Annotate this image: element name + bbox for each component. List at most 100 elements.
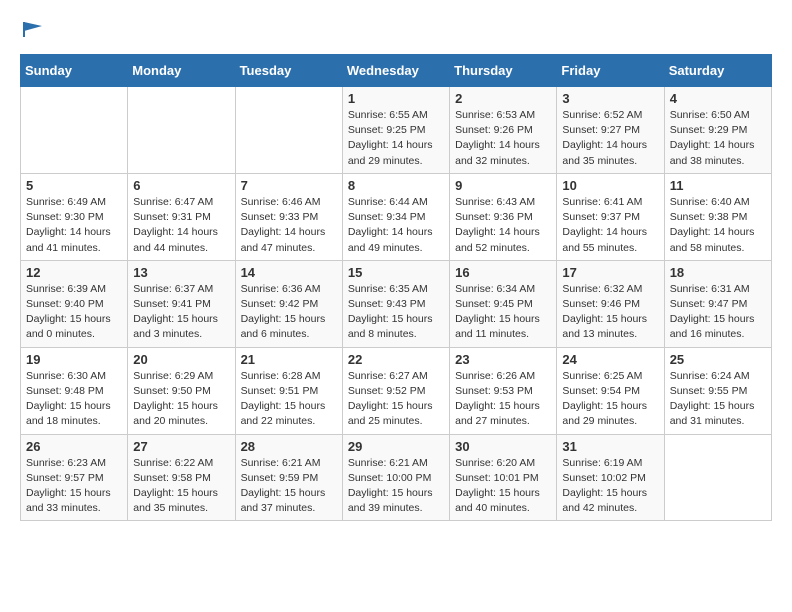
calendar-cell: 22 Sunrise: 6:27 AM Sunset: 9:52 PM Dayli… <box>342 347 449 434</box>
day-info: Sunrise: 6:37 AM Sunset: 9:41 PM Dayligh… <box>133 282 229 343</box>
day-info: Sunrise: 6:52 AM Sunset: 9:27 PM Dayligh… <box>562 108 658 169</box>
calendar-cell: 31 Sunrise: 6:19 AM Sunset: 10:02 PM Dayl… <box>557 434 664 521</box>
calendar-cell: 10 Sunrise: 6:41 AM Sunset: 9:37 PM Dayli… <box>557 173 664 260</box>
day-number: 25 <box>670 352 766 367</box>
calendar-cell <box>21 87 128 174</box>
calendar-cell: 25 Sunrise: 6:24 AM Sunset: 9:55 PM Dayli… <box>664 347 771 434</box>
calendar-cell: 29Sunrise: 6:21 AM Sunset: 10:00 PM Dayl… <box>342 434 449 521</box>
day-info: Sunrise: 6:46 AM Sunset: 9:33 PM Dayligh… <box>241 195 337 256</box>
weekday-header: Tuesday <box>235 55 342 87</box>
calendar-week-row: 12Sunrise: 6:39 AM Sunset: 9:40 PM Dayli… <box>21 260 772 347</box>
day-number: 23 <box>455 352 551 367</box>
calendar-cell: 6 Sunrise: 6:47 AM Sunset: 9:31 PM Daylig… <box>128 173 235 260</box>
day-info: Sunrise: 6:39 AM Sunset: 9:40 PM Dayligh… <box>26 282 122 343</box>
calendar-cell: 23 Sunrise: 6:26 AM Sunset: 9:53 PM Dayli… <box>450 347 557 434</box>
day-info: Sunrise: 6:23 AM Sunset: 9:57 PM Dayligh… <box>26 456 122 517</box>
day-number: 4 <box>670 91 766 106</box>
day-info: Sunrise: 6:50 AM Sunset: 9:29 PM Dayligh… <box>670 108 766 169</box>
day-number: 22 <box>348 352 444 367</box>
weekday-header: Monday <box>128 55 235 87</box>
weekday-header: Friday <box>557 55 664 87</box>
day-number: 29 <box>348 439 444 454</box>
calendar-cell: 3 Sunrise: 6:52 AM Sunset: 9:27 PM Daylig… <box>557 87 664 174</box>
day-info: Sunrise: 6:25 AM Sunset: 9:54 PM Dayligh… <box>562 369 658 430</box>
day-info: Sunrise: 6:26 AM Sunset: 9:53 PM Dayligh… <box>455 369 551 430</box>
calendar-cell: 5 Sunrise: 6:49 AM Sunset: 9:30 PM Daylig… <box>21 173 128 260</box>
day-number: 9 <box>455 178 551 193</box>
day-number: 13 <box>133 265 229 280</box>
day-info: Sunrise: 6:47 AM Sunset: 9:31 PM Dayligh… <box>133 195 229 256</box>
calendar-cell: 19 Sunrise: 6:30 AM Sunset: 9:48 PM Dayli… <box>21 347 128 434</box>
calendar-cell: 11 Sunrise: 6:40 AM Sunset: 9:38 PM Dayli… <box>664 173 771 260</box>
day-number: 21 <box>241 352 337 367</box>
day-info: Sunrise: 6:55 AM Sunset: 9:25 PM Dayligh… <box>348 108 444 169</box>
day-number: 15 <box>348 265 444 280</box>
weekday-header: Wednesday <box>342 55 449 87</box>
day-number: 2 <box>455 91 551 106</box>
day-number: 26 <box>26 439 122 454</box>
calendar-week-row: 1 Sunrise: 6:55 AM Sunset: 9:25 PM Daylig… <box>21 87 772 174</box>
day-info: Sunrise: 6:30 AM Sunset: 9:48 PM Dayligh… <box>26 369 122 430</box>
weekday-header-row: SundayMondayTuesdayWednesdayThursdayFrid… <box>21 55 772 87</box>
day-number: 20 <box>133 352 229 367</box>
day-number: 14 <box>241 265 337 280</box>
day-number: 10 <box>562 178 658 193</box>
calendar-week-row: 19 Sunrise: 6:30 AM Sunset: 9:48 PM Dayli… <box>21 347 772 434</box>
calendar-cell: 12Sunrise: 6:39 AM Sunset: 9:40 PM Dayli… <box>21 260 128 347</box>
day-info: Sunrise: 6:49 AM Sunset: 9:30 PM Dayligh… <box>26 195 122 256</box>
calendar-cell: 26 Sunrise: 6:23 AM Sunset: 9:57 PM Dayli… <box>21 434 128 521</box>
day-info: Sunrise: 6:19 AM Sunset: 10:02 PM Daylig… <box>562 456 658 517</box>
day-number: 17 <box>562 265 658 280</box>
calendar-cell <box>128 87 235 174</box>
day-info: Sunrise: 6:41 AM Sunset: 9:37 PM Dayligh… <box>562 195 658 256</box>
day-number: 16 <box>455 265 551 280</box>
day-number: 18 <box>670 265 766 280</box>
calendar-cell: 7Sunrise: 6:46 AM Sunset: 9:33 PM Daylig… <box>235 173 342 260</box>
calendar-cell: 24 Sunrise: 6:25 AM Sunset: 9:54 PM Dayli… <box>557 347 664 434</box>
weekday-header: Thursday <box>450 55 557 87</box>
calendar-cell: 28Sunrise: 6:21 AM Sunset: 9:59 PM Dayli… <box>235 434 342 521</box>
day-info: Sunrise: 6:36 AM Sunset: 9:42 PM Dayligh… <box>241 282 337 343</box>
day-number: 11 <box>670 178 766 193</box>
day-number: 30 <box>455 439 551 454</box>
calendar-cell: 21 Sunrise: 6:28 AM Sunset: 9:51 PM Dayli… <box>235 347 342 434</box>
calendar-cell: 16 Sunrise: 6:34 AM Sunset: 9:45 PM Dayli… <box>450 260 557 347</box>
day-info: Sunrise: 6:22 AM Sunset: 9:58 PM Dayligh… <box>133 456 229 517</box>
calendar-cell: 14 Sunrise: 6:36 AM Sunset: 9:42 PM Dayli… <box>235 260 342 347</box>
day-info: Sunrise: 6:35 AM Sunset: 9:43 PM Dayligh… <box>348 282 444 343</box>
calendar-cell: 15 Sunrise: 6:35 AM Sunset: 9:43 PM Dayli… <box>342 260 449 347</box>
calendar-cell: 27Sunrise: 6:22 AM Sunset: 9:58 PM Dayli… <box>128 434 235 521</box>
day-info: Sunrise: 6:20 AM Sunset: 10:01 PM Daylig… <box>455 456 551 517</box>
day-info: Sunrise: 6:24 AM Sunset: 9:55 PM Dayligh… <box>670 369 766 430</box>
calendar-cell: 8Sunrise: 6:44 AM Sunset: 9:34 PM Daylig… <box>342 173 449 260</box>
day-number: 31 <box>562 439 658 454</box>
day-info: Sunrise: 6:34 AM Sunset: 9:45 PM Dayligh… <box>455 282 551 343</box>
calendar-cell: 20 Sunrise: 6:29 AM Sunset: 9:50 PM Dayli… <box>128 347 235 434</box>
calendar-cell: 18 Sunrise: 6:31 AM Sunset: 9:47 PM Dayli… <box>664 260 771 347</box>
day-number: 24 <box>562 352 658 367</box>
calendar-cell <box>664 434 771 521</box>
logo-flag-icon <box>22 20 44 38</box>
day-number: 5 <box>26 178 122 193</box>
day-info: Sunrise: 6:29 AM Sunset: 9:50 PM Dayligh… <box>133 369 229 430</box>
calendar-cell: 13 Sunrise: 6:37 AM Sunset: 9:41 PM Dayli… <box>128 260 235 347</box>
day-info: Sunrise: 6:32 AM Sunset: 9:46 PM Dayligh… <box>562 282 658 343</box>
day-number: 1 <box>348 91 444 106</box>
day-info: Sunrise: 6:40 AM Sunset: 9:38 PM Dayligh… <box>670 195 766 256</box>
calendar-cell: 9 Sunrise: 6:43 AM Sunset: 9:36 PM Daylig… <box>450 173 557 260</box>
day-info: Sunrise: 6:43 AM Sunset: 9:36 PM Dayligh… <box>455 195 551 256</box>
day-info: Sunrise: 6:31 AM Sunset: 9:47 PM Dayligh… <box>670 282 766 343</box>
calendar-week-row: 26 Sunrise: 6:23 AM Sunset: 9:57 PM Dayli… <box>21 434 772 521</box>
page-header <box>20 20 772 38</box>
day-info: Sunrise: 6:28 AM Sunset: 9:51 PM Dayligh… <box>241 369 337 430</box>
calendar-cell: 1 Sunrise: 6:55 AM Sunset: 9:25 PM Daylig… <box>342 87 449 174</box>
day-info: Sunrise: 6:44 AM Sunset: 9:34 PM Dayligh… <box>348 195 444 256</box>
day-number: 28 <box>241 439 337 454</box>
day-number: 3 <box>562 91 658 106</box>
calendar-week-row: 5 Sunrise: 6:49 AM Sunset: 9:30 PM Daylig… <box>21 173 772 260</box>
calendar-cell <box>235 87 342 174</box>
day-number: 19 <box>26 352 122 367</box>
day-info: Sunrise: 6:53 AM Sunset: 9:26 PM Dayligh… <box>455 108 551 169</box>
day-number: 6 <box>133 178 229 193</box>
day-info: Sunrise: 6:27 AM Sunset: 9:52 PM Dayligh… <box>348 369 444 430</box>
